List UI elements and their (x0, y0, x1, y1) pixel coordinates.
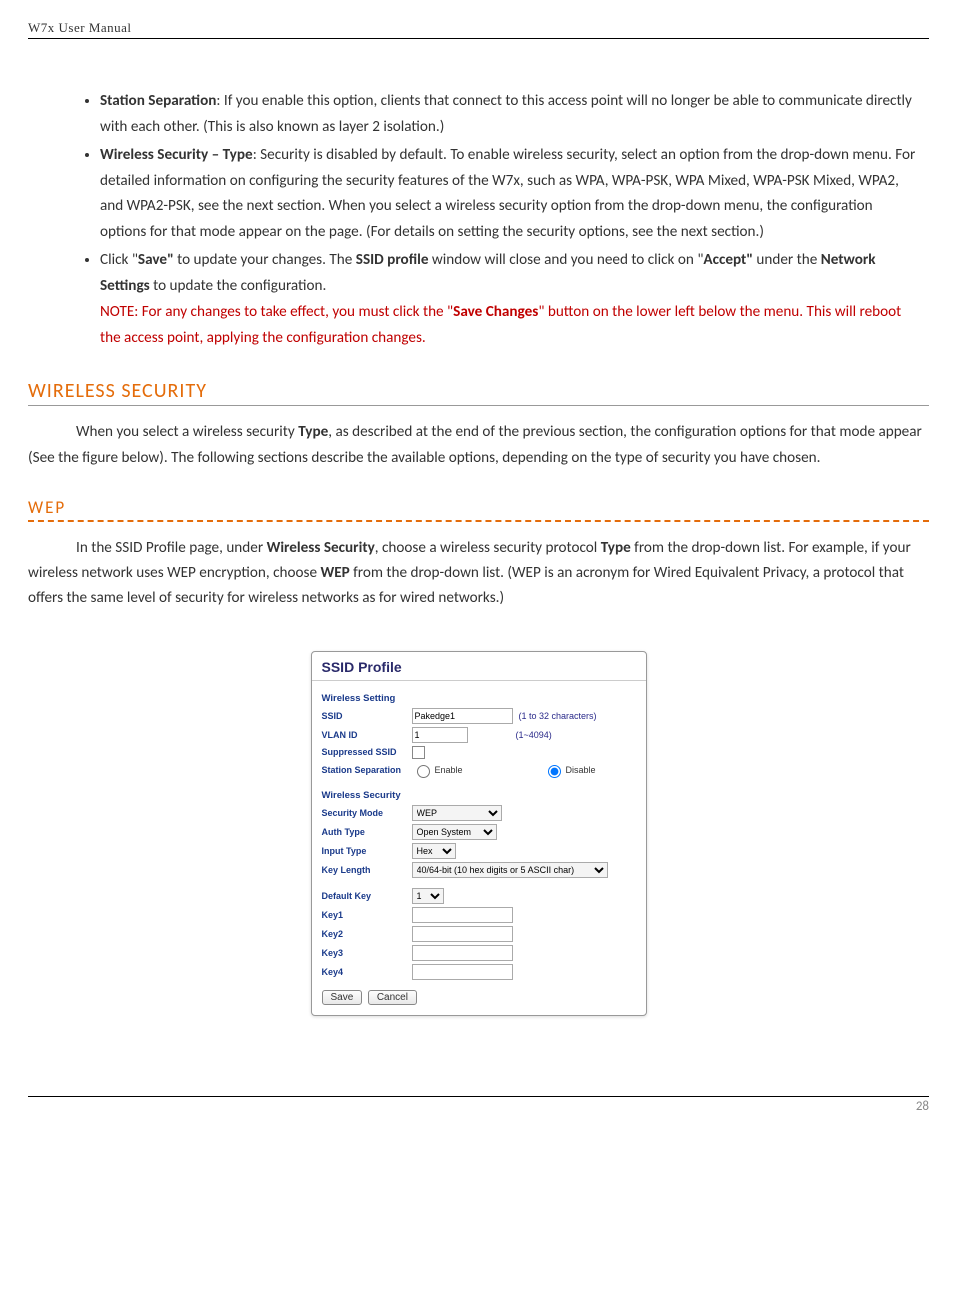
list-item: Station Separation: If you enable this o… (100, 89, 919, 141)
vlan-hint: (1~4094) (516, 730, 552, 740)
vlan-input[interactable] (412, 727, 468, 743)
default-key-select[interactable]: 1 (412, 888, 444, 904)
enable-radio-wrap: Enable (412, 762, 463, 778)
row-security-mode: Security Mode WEP (322, 805, 636, 821)
para-text: In the SSID Profile page, under (76, 539, 267, 557)
dialog-buttons: Save Cancel (322, 990, 636, 1005)
key-length-label: Key Length (322, 865, 412, 875)
doc-header: W7x User Manual (28, 20, 929, 39)
section-wep: WEP (28, 497, 929, 522)
key1-label: Key1 (322, 910, 412, 920)
para-bold: Wireless Security (267, 539, 375, 557)
bullet-list: Station Separation: If you enable this o… (28, 89, 919, 351)
bullet-save-word: Save" (138, 251, 174, 269)
bullet-text: : If you enable this option, clients tha… (100, 92, 912, 136)
row-key3: Key3 (322, 945, 636, 961)
key2-label: Key2 (322, 929, 412, 939)
para-bold: WEP (320, 564, 349, 582)
key3-label: Key3 (322, 948, 412, 958)
dialog-title: SSID Profile (312, 652, 646, 681)
row-station-separation: Station Separation Enable Disable (322, 762, 636, 778)
row-default-key: Default Key 1 (322, 888, 636, 904)
enable-radio[interactable] (417, 765, 430, 778)
row-vlan: VLAN ID (1~4094) (322, 727, 636, 743)
note-text: NOTE: For any changes to take effect, yo… (100, 303, 901, 347)
ssid-hint: (1 to 32 characters) (519, 711, 597, 721)
note-save-changes: Save Changes (453, 303, 538, 321)
ssid-label: SSID (322, 711, 412, 721)
key1-input[interactable] (412, 907, 513, 923)
key2-input[interactable] (412, 926, 513, 942)
input-type-label: Input Type (322, 846, 412, 856)
security-mode-label: Security Mode (322, 808, 412, 818)
bullet-text: under the (753, 251, 821, 269)
key4-label: Key4 (322, 967, 412, 977)
row-auth-type: Auth Type Open System (322, 824, 636, 840)
security-mode-select[interactable]: WEP (412, 805, 502, 821)
group-wireless-setting: Wireless Setting (322, 693, 636, 704)
page-footer: 28 (28, 1096, 929, 1114)
key3-input[interactable] (412, 945, 513, 961)
row-key2: Key2 (322, 926, 636, 942)
disable-radio-label: Disable (566, 765, 596, 775)
row-key1: Key1 (322, 907, 636, 923)
section-paragraph: When you select a wireless security Type… (28, 420, 929, 470)
default-key-label: Default Key (322, 891, 412, 901)
note-part: NOTE: For any changes to take effect, yo… (100, 303, 453, 321)
bullet-text: to update your changes. The (174, 251, 356, 269)
page-number: 28 (916, 1099, 929, 1114)
para-text: , choose a wireless security protocol (375, 539, 601, 557)
bullet-text: window will close and you need to click … (429, 251, 704, 269)
row-input-type: Input Type Hex (322, 843, 636, 859)
bullet-accept-word: Accept" (703, 251, 753, 269)
enable-radio-label: Enable (435, 765, 463, 775)
suppressed-label: Suppressed SSID (322, 747, 412, 757)
bullet-ssid-word: SSID profile (356, 251, 429, 269)
bullet-text: Click " (100, 251, 138, 269)
ssid-input[interactable] (412, 708, 513, 724)
row-suppressed-ssid: Suppressed SSID (322, 746, 636, 759)
row-key-length: Key Length 40/64-bit (10 hex digits or 5… (322, 862, 636, 878)
input-type-select[interactable]: Hex (412, 843, 456, 859)
separation-label: Station Separation (322, 765, 412, 775)
suppressed-checkbox[interactable] (412, 746, 425, 759)
section-wireless-security: WIRELESS SECURITY (28, 379, 929, 406)
row-ssid: SSID (1 to 32 characters) (322, 708, 636, 724)
disable-radio-wrap: Disable (543, 762, 596, 778)
key4-input[interactable] (412, 964, 513, 980)
section-paragraph: In the SSID Profile page, under Wireless… (28, 536, 929, 611)
doc-header-title: W7x User Manual (28, 20, 132, 35)
ssid-profile-dialog: SSID Profile Wireless Setting SSID (1 to… (311, 651, 647, 1016)
bullet-term: Wireless Security – Type (100, 146, 253, 164)
list-item: Wireless Security – Type: Security is di… (100, 143, 919, 246)
disable-radio[interactable] (548, 765, 561, 778)
auth-type-select[interactable]: Open System (412, 824, 497, 840)
cancel-button[interactable]: Cancel (368, 990, 417, 1005)
para-text: When you select a wireless security (76, 423, 298, 441)
key-length-select[interactable]: 40/64-bit (10 hex digits or 5 ASCII char… (412, 862, 608, 878)
auth-type-label: Auth Type (322, 827, 412, 837)
vlan-label: VLAN ID (322, 730, 412, 740)
para-bold: Type (601, 539, 631, 557)
save-button[interactable]: Save (322, 990, 363, 1005)
bullet-text: to update the configuration. (150, 277, 327, 295)
group-wireless-security: Wireless Security (322, 790, 636, 801)
list-item: Click "Save" to update your changes. The… (100, 248, 919, 351)
row-key4: Key4 (322, 964, 636, 980)
bullet-term: Station Separation (100, 92, 216, 110)
para-bold: Type (298, 423, 328, 441)
dialog-body: Wireless Setting SSID (1 to 32 character… (312, 681, 646, 1015)
